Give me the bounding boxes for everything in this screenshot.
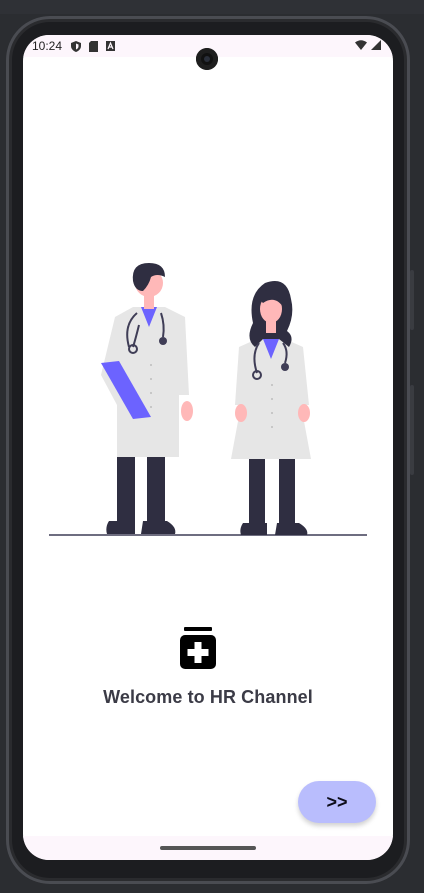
- window-top-strip: [0, 0, 424, 14]
- text-a-icon: [106, 41, 116, 51]
- medicine-bottle-icon: [180, 627, 216, 669]
- volume-button: [410, 270, 414, 330]
- navigation-bar: [23, 836, 393, 860]
- male-doctor: [101, 263, 193, 534]
- doctors-illustration: [49, 263, 367, 536]
- home-indicator[interactable]: [160, 846, 256, 850]
- app-screen: 10:24 Welcome to HR Channel >>: [23, 35, 393, 860]
- signal-icon: [371, 40, 381, 50]
- shield-icon: [71, 40, 82, 52]
- wifi-icon: [355, 40, 367, 50]
- status-time: 10:24: [32, 39, 63, 53]
- welcome-text: Welcome to HR Channel: [103, 687, 313, 707]
- sim-card-icon: [89, 40, 99, 52]
- front-camera: [196, 48, 218, 70]
- female-doctor: [231, 281, 311, 535]
- next-button[interactable]: >>: [298, 781, 376, 823]
- power-button: [410, 385, 414, 475]
